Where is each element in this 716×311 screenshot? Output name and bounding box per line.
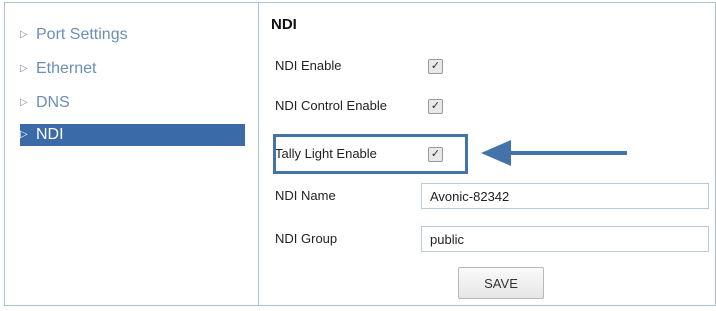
ndi-control-enable-label: NDI Control Enable [275,98,387,113]
ndi-name-input[interactable] [421,183,709,209]
sidebar: ▷ Port Settings ▷ Ethernet ▷ DNS ▷ NDI [5,3,259,305]
left-arrow-icon [481,140,627,166]
main-content: NDI NDI Enable ✓ NDI Control Enable ✓ Ta… [259,3,715,305]
save-button[interactable]: SAVE [458,267,544,299]
ndi-enable-checkbox[interactable]: ✓ [428,59,443,74]
sidebar-item-label: Ethernet [36,60,97,77]
sidebar-item-label: NDI [36,126,64,143]
triangle-right-icon: ▷ [20,129,28,140]
ndi-group-label: NDI Group [275,231,338,246]
ndi-enable-label: NDI Enable [275,58,342,73]
sidebar-item-dns[interactable]: ▷ DNS [20,91,245,115]
tally-highlight-box [273,134,468,174]
sidebar-item-ndi[interactable]: ▷ NDI [20,124,245,146]
sidebar-item-label: DNS [36,94,70,111]
triangle-right-icon: ▷ [20,97,28,108]
ndi-name-label: NDI Name [275,188,336,203]
ndi-group-input[interactable] [421,226,709,252]
triangle-right-icon: ▷ [20,63,28,74]
triangle-right-icon: ▷ [20,29,28,40]
sidebar-item-port-settings[interactable]: ▷ Port Settings [20,23,245,47]
ndi-control-enable-checkbox[interactable]: ✓ [428,99,443,114]
sidebar-item-ethernet[interactable]: ▷ Ethernet [20,57,245,81]
sidebar-item-label: Port Settings [36,26,128,43]
settings-panel: ▷ Port Settings ▷ Ethernet ▷ DNS ▷ NDI NDI N… [4,2,716,306]
page-title: NDI [271,16,297,33]
